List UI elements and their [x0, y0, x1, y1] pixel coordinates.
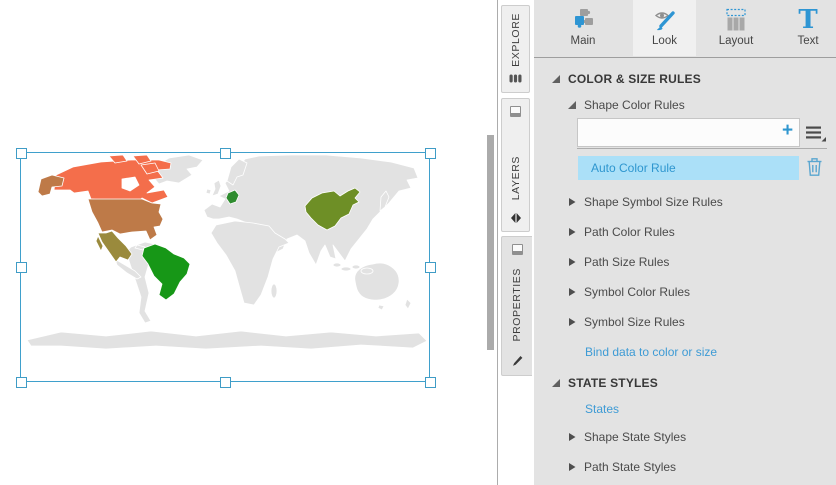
side-tab-strip: EXPLORE LAYERS PROPERTIES: [497, 0, 534, 485]
tab-layers-label: LAYERS: [510, 156, 522, 200]
delete-rule-button[interactable]: [806, 157, 823, 182]
tab-properties[interactable]: PROPERTIES: [501, 236, 532, 376]
expander-collapsed-icon[interactable]: [567, 432, 577, 442]
trash-icon: [806, 157, 823, 177]
row-label: Path Color Rules: [584, 225, 675, 239]
rule-list-item-auto-color[interactable]: Auto Color Rule: [578, 156, 799, 180]
tab-explore-label: EXPLORE: [510, 13, 522, 67]
rule-item-label: Auto Color Rule: [591, 161, 676, 175]
design-canvas[interactable]: [0, 0, 497, 485]
row-label: Path State Styles: [584, 460, 676, 474]
selection-border: [20, 152, 430, 382]
expander-collapsed-icon[interactable]: [567, 227, 577, 237]
link-label: Bind data to color or size: [585, 345, 717, 359]
row-symbol-size-rules[interactable]: Symbol Size Rules: [567, 313, 685, 330]
expander-collapsed-icon[interactable]: [567, 462, 577, 472]
map-element[interactable]: [20, 152, 430, 382]
expander-expanded-icon[interactable]: [551, 378, 561, 388]
expander-collapsed-icon[interactable]: [567, 317, 577, 327]
properties-panel: Main Look Layout T Text COLOR & SIZE RUL…: [534, 0, 836, 485]
canvas-vertical-scrollbar[interactable]: [487, 135, 494, 350]
plus-icon: +: [782, 120, 793, 141]
tab-properties-label: PROPERTIES: [511, 268, 523, 342]
field-underline: [577, 148, 827, 149]
add-rule-button[interactable]: +: [782, 121, 793, 141]
selection-handle-ne[interactable]: [425, 148, 436, 159]
toolbar-tab-look-label: Look: [652, 35, 677, 47]
row-path-color-rules[interactable]: Path Color Rules: [567, 223, 675, 240]
toolbar-tab-layout-label: Layout: [719, 35, 754, 47]
expander-collapsed-icon[interactable]: [567, 197, 577, 207]
link-states[interactable]: States: [585, 400, 619, 417]
link-label: States: [585, 402, 619, 416]
explore-icon: [509, 72, 522, 85]
section-title: COLOR & SIZE RULES: [568, 72, 701, 86]
tab-explore[interactable]: EXPLORE: [501, 5, 530, 93]
section-title: STATE STYLES: [568, 376, 658, 390]
row-label: Shape Symbol Size Rules: [584, 195, 723, 209]
look-icon: [653, 8, 677, 32]
strip-divider: [497, 0, 498, 485]
expander-collapsed-icon[interactable]: [567, 257, 577, 267]
pencil-icon: [510, 354, 524, 368]
row-shape-symbol-size-rules[interactable]: Shape Symbol Size Rules: [567, 193, 723, 210]
expander-expanded-icon[interactable]: [551, 74, 561, 84]
rule-name-field[interactable]: [577, 118, 800, 147]
row-label: Shape Color Rules: [584, 98, 685, 112]
toolbar-tab-main[interactable]: Main: [552, 0, 614, 56]
selection-handle-sw[interactable]: [16, 377, 27, 388]
toolbar-tab-text[interactable]: T Text: [780, 0, 836, 56]
link-bind-data[interactable]: Bind data to color or size: [585, 343, 717, 360]
row-label: Shape State Styles: [584, 430, 686, 444]
selection-handle-nw[interactable]: [16, 148, 27, 159]
toolbar-tab-main-label: Main: [571, 35, 596, 47]
tab-layers[interactable]: LAYERS: [501, 98, 530, 232]
toolbar-tab-layout[interactable]: Layout: [705, 0, 767, 56]
main-icon: [571, 8, 595, 32]
selection-handle-e[interactable]: [425, 262, 436, 273]
rule-menu-button[interactable]: [805, 125, 826, 147]
toolbar-separator: [534, 57, 836, 58]
row-path-size-rules[interactable]: Path Size Rules: [567, 253, 669, 270]
selection-handle-se[interactable]: [425, 377, 436, 388]
selection-handle-s[interactable]: [220, 377, 231, 388]
selection-handle-n[interactable]: [220, 148, 231, 159]
panel-window-icon: [510, 106, 521, 117]
layers-icon: [510, 212, 522, 224]
section-state-styles[interactable]: STATE STYLES: [551, 374, 658, 391]
expander-expanded-icon[interactable]: [567, 100, 577, 110]
row-symbol-color-rules[interactable]: Symbol Color Rules: [567, 283, 690, 300]
section-color-size-rules[interactable]: COLOR & SIZE RULES: [551, 70, 701, 87]
menu-icon: [805, 125, 826, 142]
row-path-state-styles[interactable]: Path State Styles: [567, 458, 676, 475]
text-icon: T: [798, 8, 817, 32]
toolbar-tab-text-label: Text: [797, 35, 818, 47]
expander-collapsed-icon[interactable]: [567, 287, 577, 297]
row-shape-color-rules[interactable]: Shape Color Rules: [567, 96, 685, 113]
row-shape-state-styles[interactable]: Shape State Styles: [567, 428, 686, 445]
row-label: Path Size Rules: [584, 255, 669, 269]
row-label: Symbol Color Rules: [584, 285, 690, 299]
row-label: Symbol Size Rules: [584, 315, 685, 329]
selection-handle-w[interactable]: [16, 262, 27, 273]
panel-window-icon: [512, 244, 523, 255]
layout-icon: [724, 8, 748, 32]
toolbar-tab-look[interactable]: Look: [633, 0, 696, 56]
